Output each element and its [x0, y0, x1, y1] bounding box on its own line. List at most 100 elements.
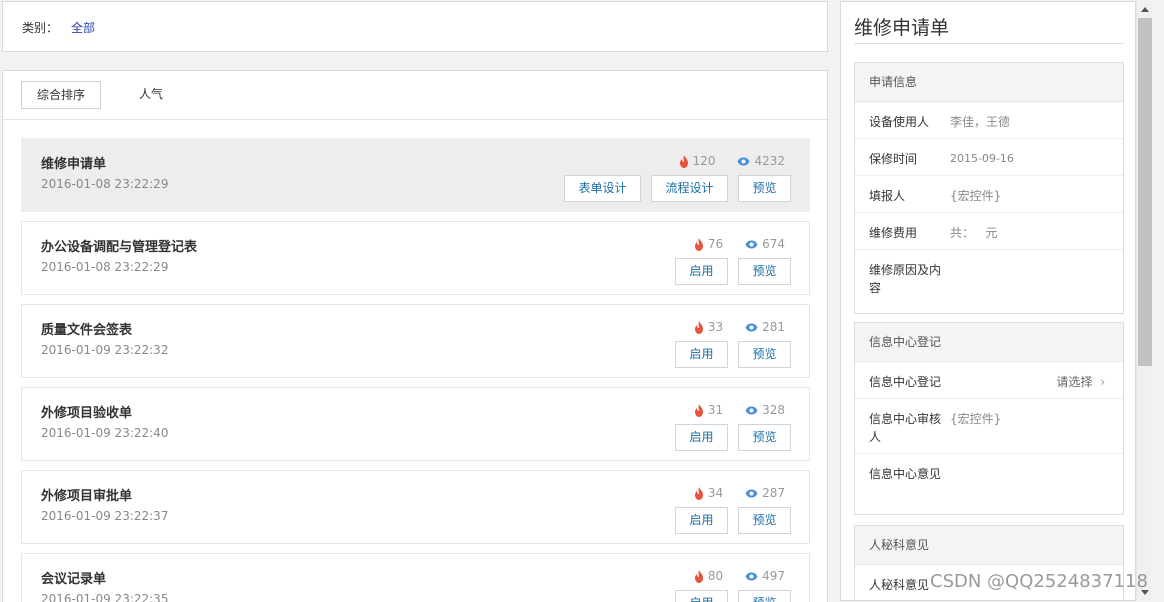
enable-button[interactable]: 启用 — [675, 590, 728, 602]
enable-button[interactable]: 启用 — [675, 258, 728, 285]
field-label: 填报人 — [869, 189, 906, 203]
field-label: 信息中心意见 — [869, 467, 942, 481]
form-stats: 31 328 — [694, 402, 785, 418]
field-row: 维修费用 共： 元 — [855, 213, 1123, 250]
eye-icon — [737, 157, 750, 166]
fire-icon — [694, 403, 704, 417]
form-row[interactable]: 会议记录单 2016-01-09 23:22:35 80 497 启用 预览 — [21, 553, 810, 602]
form-date: 2016-01-09 23:22:32 — [41, 343, 169, 357]
form-actions: 启用 预览 — [675, 341, 791, 368]
section-header: 申请信息 — [855, 63, 1123, 102]
view-count: 4232 — [737, 153, 785, 169]
field-value: 李佳，王德 — [950, 115, 1011, 129]
fire-icon — [694, 486, 704, 500]
scroll-up-arrow-icon[interactable] — [1141, 7, 1149, 12]
form-title: 质量文件会签表 — [41, 323, 133, 338]
form-row[interactable]: 质量文件会签表 2016-01-09 23:22:32 33 281 启用 预览 — [21, 304, 810, 378]
field-label: 设备使用人 — [869, 115, 930, 129]
preview-button[interactable]: 预览 — [738, 507, 791, 534]
fire-icon — [694, 569, 704, 583]
section-application-info: 申请信息 设备使用人 李佳，王德 保修时间 2015-09-16 填报人 {宏控… — [854, 62, 1124, 314]
eye-icon — [745, 323, 758, 332]
form-title: 办公设备调配与管理登记表 — [41, 240, 198, 255]
field-label: 信息中心审核人 — [869, 412, 942, 444]
form-row[interactable]: 外修项目验收单 2016-01-09 23:22:40 31 328 启用 预览 — [21, 387, 810, 461]
form-row[interactable]: 办公设备调配与管理登记表 2016-01-08 23:22:29 76 674 … — [21, 221, 810, 295]
form-actions: 启用 预览 — [675, 507, 791, 534]
category-all-link[interactable]: 全部 — [71, 19, 95, 36]
tab-comprehensive-sort[interactable]: 综合排序 — [21, 81, 101, 109]
form-stats: 34 287 — [694, 485, 785, 501]
preview-title: 维修申请单 — [854, 17, 950, 39]
hot-count: 80 — [694, 568, 723, 584]
eye-icon — [745, 240, 758, 249]
tab-popularity[interactable]: 人气 — [121, 81, 181, 109]
form-row[interactable]: 外修项目审批单 2016-01-09 23:22:37 34 287 启用 预览 — [21, 470, 810, 544]
category-label: 类别： — [22, 21, 59, 35]
hot-count: 34 — [694, 485, 723, 501]
preview-button[interactable]: 预览 — [738, 424, 791, 451]
sort-tabs: 综合排序 人气 — [3, 71, 827, 120]
field-row: 信息中心审核人 {宏控件} — [855, 399, 1123, 454]
form-title: 维修申请单 — [41, 157, 107, 172]
preview-button[interactable]: 预览 — [738, 175, 791, 202]
form-design-button[interactable]: 表单设计 — [564, 175, 641, 202]
form-row-selected[interactable]: 维修申请单 2016-01-08 23:22:29 120 4232 表单设计 … — [21, 138, 810, 212]
form-date: 2016-01-09 23:22:40 — [41, 426, 169, 440]
section-info-center: 信息中心登记 信息中心登记 请选择 › 信息中心审核人 {宏控件} 信息中心意见 — [854, 322, 1124, 515]
field-value: {宏控件} — [950, 412, 1002, 426]
field-row: 保修时间 2015-09-16 — [855, 139, 1123, 176]
hot-count: 76 — [694, 236, 723, 252]
field-row: 设备使用人 李佳，王德 — [855, 102, 1123, 139]
field-label: 维修费用 — [869, 226, 918, 240]
fire-icon — [694, 320, 704, 334]
preview-button[interactable]: 预览 — [738, 258, 791, 285]
field-row: 信息中心登记 请选择 › — [855, 362, 1123, 399]
select-picker[interactable]: 请选择 › — [1056, 373, 1105, 391]
category-filter-bar: 类别： 全部 — [2, 1, 828, 52]
form-list-panel: 综合排序 人气 维修申请单 2016-01-08 23:22:29 120 42… — [2, 70, 828, 602]
field-value: {宏控件} — [950, 189, 1002, 203]
eye-icon — [745, 572, 758, 581]
section-header: 人秘科意见 — [855, 526, 1123, 565]
form-title: 外修项目审批单 — [41, 489, 133, 504]
preview-button[interactable]: 预览 — [738, 590, 791, 602]
scrollbar-thumb[interactable] — [1138, 18, 1152, 366]
form-title: 外修项目验收单 — [41, 406, 133, 421]
eye-icon — [745, 489, 758, 498]
view-count: 674 — [745, 236, 785, 252]
vertical-scrollbar[interactable] — [1136, 1, 1153, 601]
hot-count: 33 — [694, 319, 723, 335]
enable-button[interactable]: 启用 — [675, 341, 728, 368]
field-label: 信息中心登记 — [869, 375, 942, 389]
field-row: 填报人 {宏控件} — [855, 176, 1123, 213]
form-actions: 启用 预览 — [675, 590, 791, 602]
view-count: 497 — [745, 568, 785, 584]
chevron-right-icon: › — [1100, 375, 1105, 389]
field-value: 共： 元 — [950, 226, 998, 240]
view-count: 328 — [745, 402, 785, 418]
form-stats: 80 497 — [694, 568, 785, 584]
watermark: CSDN @QQ2524837118 — [930, 571, 1148, 592]
form-stats: 76 674 — [694, 236, 785, 252]
form-actions: 表单设计 流程设计 预览 — [564, 175, 791, 202]
hot-count: 120 — [679, 153, 715, 169]
flow-design-button[interactable]: 流程设计 — [651, 175, 728, 202]
field-row: 信息中心意见 — [855, 454, 1123, 514]
form-actions: 启用 预览 — [675, 424, 791, 451]
form-actions: 启用 预览 — [675, 258, 791, 285]
form-date: 2016-01-08 23:22:29 — [41, 260, 169, 274]
view-count: 287 — [745, 485, 785, 501]
form-date: 2016-01-08 23:22:29 — [41, 177, 169, 191]
form-preview-panel: 维修申请单 申请信息 设备使用人 李佳，王德 保修时间 2015-09-16 填… — [840, 1, 1136, 601]
view-count: 281 — [745, 319, 785, 335]
preview-button[interactable]: 预览 — [738, 341, 791, 368]
section-header: 信息中心登记 — [855, 323, 1123, 362]
enable-button[interactable]: 启用 — [675, 424, 728, 451]
fire-icon — [694, 237, 704, 251]
fire-icon — [679, 154, 689, 168]
eye-icon — [745, 406, 758, 415]
title-divider — [854, 43, 1124, 44]
enable-button[interactable]: 启用 — [675, 507, 728, 534]
form-date: 2016-01-09 23:22:35 — [41, 592, 169, 602]
